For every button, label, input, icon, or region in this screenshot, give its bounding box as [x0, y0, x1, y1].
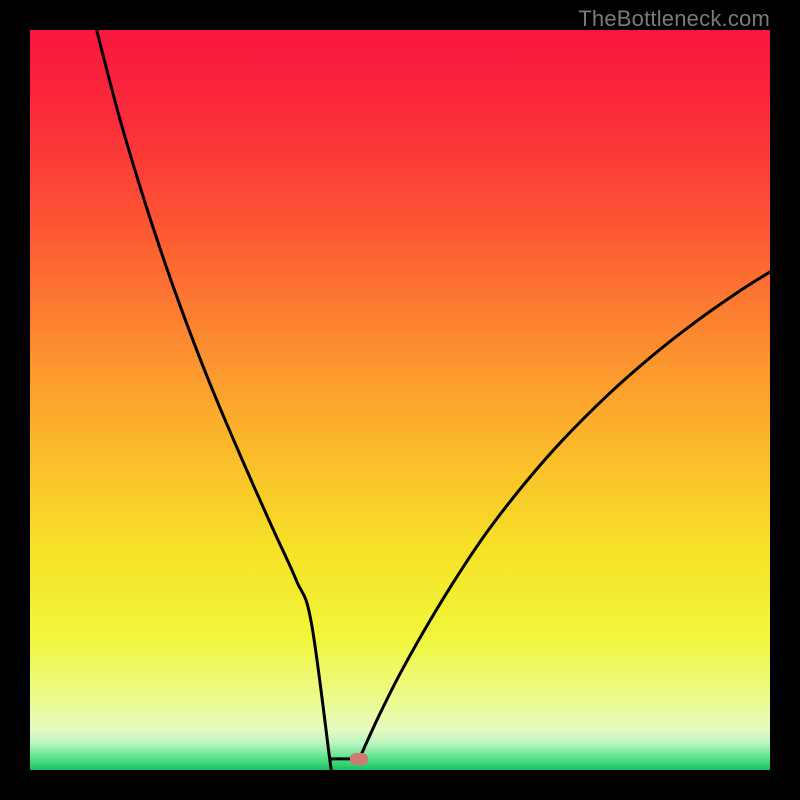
- plot-frame: [30, 30, 770, 770]
- plot-background: [30, 30, 770, 770]
- plot-svg: [30, 30, 770, 770]
- watermark-text: TheBottleneck.com: [578, 6, 770, 32]
- optimum-marker: [350, 753, 368, 765]
